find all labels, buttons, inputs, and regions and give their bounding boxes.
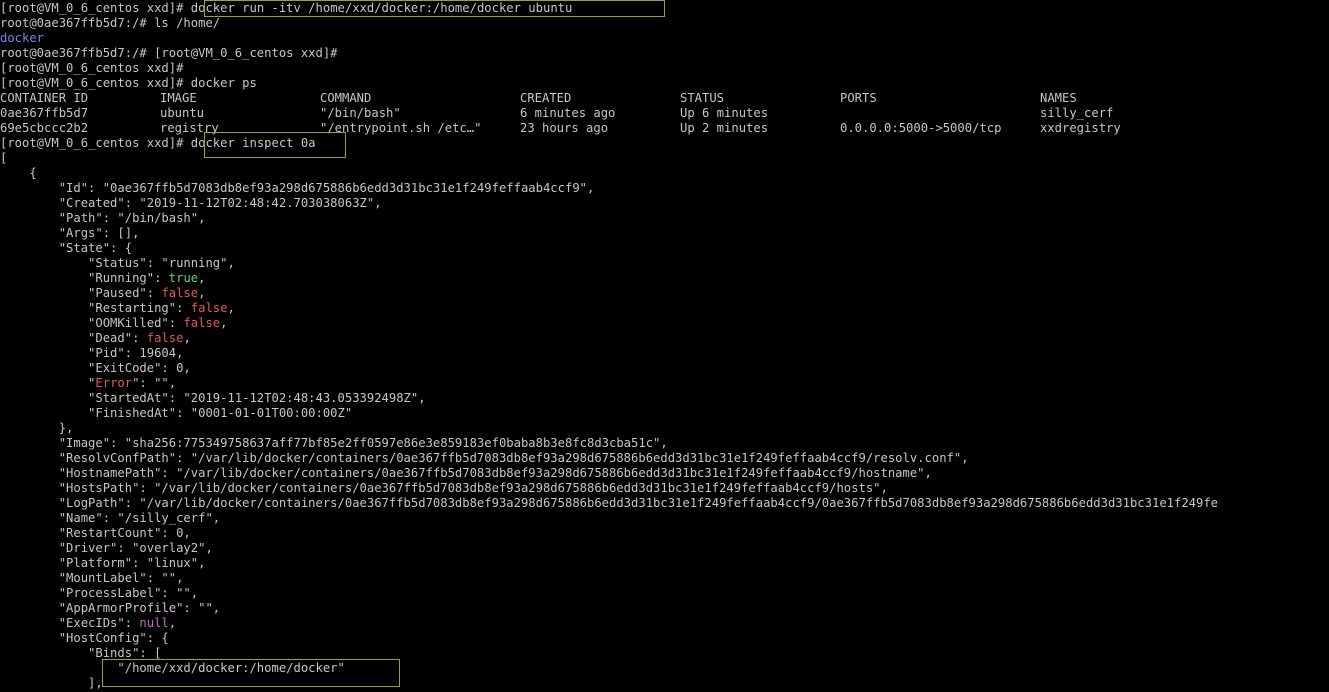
json-line: [	[0, 151, 8, 165]
json-error-key: Error	[95, 376, 133, 390]
json-key: "Running":	[0, 271, 169, 285]
json-line: "OOMKilled": false,	[0, 316, 228, 330]
ps-cell: 69e5cbccc2b2	[0, 121, 89, 135]
json-key: "Paused":	[0, 286, 162, 300]
json-comma: ,	[168, 616, 177, 630]
ps-cell: xxdregistry	[1040, 121, 1121, 135]
terminal-line: root@0ae367ffb5d7:/# [root@VM_0_6_centos…	[0, 46, 338, 60]
json-line: "Status": "running",	[0, 256, 235, 270]
json-line: "MountLabel": "",	[0, 571, 184, 585]
command-text: docker inspect 0a	[190, 136, 316, 150]
json-line: "Image": "sha256:775349758637aff77bf85e2…	[0, 436, 668, 450]
terminal-line: [root@VM_0_6_centos xxd]#	[0, 61, 184, 75]
ps-header-cell: IMAGE	[160, 91, 197, 105]
ps-header-cell: CONTAINER ID	[0, 91, 89, 105]
json-line: "Name": "/silly_cerf",	[0, 511, 221, 525]
shell-prompt: [root@VM_0_6_centos xxd]#	[0, 1, 191, 15]
json-line: "Args": [],	[0, 226, 140, 240]
json-line: "HostConfig": {	[0, 631, 169, 645]
json-bool-false: false	[161, 286, 199, 300]
command-text: docker run -itv /home/xxd/docker:/home/d…	[190, 1, 573, 15]
json-line: "ExitCode": 0,	[0, 361, 191, 375]
json-line: },	[0, 421, 74, 435]
ps-cell: 6 minutes ago	[520, 106, 616, 120]
json-line: "FinishedAt": "0001-01-01T00:00:00Z"	[0, 406, 353, 420]
directory-entry: docker	[0, 31, 45, 45]
json-line: "ExecIDs": null,	[0, 616, 176, 631]
json-line: "Pid": 19604,	[0, 346, 184, 360]
ps-cell: registry	[160, 121, 219, 135]
json-line: "Binds": [	[0, 646, 162, 660]
json-value: ": "",	[132, 376, 177, 390]
json-bool-false: false	[190, 301, 228, 315]
ps-cell: silly_cerf	[1040, 106, 1114, 120]
shell-prompt: [root@VM_0_6_centos xxd]#	[0, 136, 191, 150]
ps-header-cell: PORTS	[840, 91, 877, 105]
ps-cell: 0ae367ffb5d7	[0, 106, 89, 120]
ps-header-cell: CREATED	[520, 91, 572, 105]
json-line: "ProcessLabel": "",	[0, 586, 199, 600]
json-null: null	[139, 616, 169, 630]
json-line: "HostsPath": "/var/lib/docker/containers…	[0, 481, 888, 495]
json-line: "ResolvConfPath": "/var/lib/docker/conta…	[0, 451, 969, 465]
ps-header-cell: STATUS	[680, 91, 725, 105]
json-line: "Id": "0ae367ffb5d7083db8ef93a298d675886…	[0, 181, 595, 195]
json-line: "Error": "",	[0, 376, 176, 391]
json-line: "Restarting": false,	[0, 301, 235, 315]
ps-cell: Up 6 minutes	[680, 106, 769, 120]
json-key: "Dead":	[0, 331, 147, 345]
ps-cell: ubuntu	[160, 106, 205, 120]
terminal-line: [root@VM_0_6_centos xxd]# docker run -it…	[0, 1, 572, 16]
terminal-line: root@0ae367ffb5d7:/# ls /home/	[0, 16, 221, 30]
json-line: "State": {	[0, 241, 133, 255]
json-key: "ExecIDs":	[0, 616, 140, 630]
ps-header-cell: NAMES	[1040, 91, 1077, 105]
ps-cell: "/entrypoint.sh /etc…"	[320, 121, 482, 135]
json-line: "Created": "2019-11-12T02:48:42.70303806…	[0, 196, 382, 210]
json-bool-true: true	[168, 271, 199, 285]
terminal-window[interactable]: [root@VM_0_6_centos xxd]# docker run -it…	[0, 0, 1329, 692]
terminal-line: [root@VM_0_6_centos xxd]# docker inspect…	[0, 136, 316, 151]
ps-cell: 23 hours ago	[520, 121, 609, 135]
json-key: "OOMKilled":	[0, 316, 184, 330]
ps-cell: 0.0.0.0:5000->5000/tcp	[840, 121, 1002, 135]
json-line: "Paused": false,	[0, 286, 206, 300]
json-line: "StartedAt": "2019-11-12T02:48:43.053392…	[0, 391, 426, 405]
json-line: "RestartCount": 0,	[0, 526, 191, 540]
json-line: "AppArmorProfile": "",	[0, 601, 221, 615]
json-bool-false: false	[146, 331, 184, 345]
ps-cell: Up 2 minutes	[680, 121, 769, 135]
json-line: "Platform": "linux",	[0, 556, 206, 570]
ps-header-cell: COMMAND	[320, 91, 372, 105]
json-line: "/home/xxd/docker:/home/docker"	[0, 661, 345, 675]
ps-table-row: 69e5cbccc2b2 registry "/entrypoint.sh /e…	[0, 121, 1329, 136]
json-line: "Dead": false,	[0, 331, 191, 345]
ps-table-header: CONTAINER ID IMAGE COMMAND CREATED STATU…	[0, 91, 1329, 106]
json-line: {	[0, 166, 37, 180]
ps-cell: "/bin/bash"	[320, 106, 401, 120]
json-bool-false: false	[183, 316, 221, 330]
json-line: "Driver": "overlay2",	[0, 541, 213, 555]
json-quote: "	[0, 376, 96, 390]
json-line: "HostnamePath": "/var/lib/docker/contain…	[0, 466, 932, 480]
json-line: "Path": "/bin/bash",	[0, 211, 206, 225]
json-line: "LogPath": "/var/lib/docker/containers/0…	[0, 496, 1219, 510]
json-line: "Running": true,	[0, 271, 206, 285]
json-key: "Restarting":	[0, 301, 191, 315]
ps-table-row: 0ae367ffb5d7 ubuntu "/bin/bash" 6 minute…	[0, 106, 1329, 121]
terminal-line: [root@VM_0_6_centos xxd]# docker ps	[0, 76, 257, 90]
json-line: ],	[0, 676, 103, 690]
